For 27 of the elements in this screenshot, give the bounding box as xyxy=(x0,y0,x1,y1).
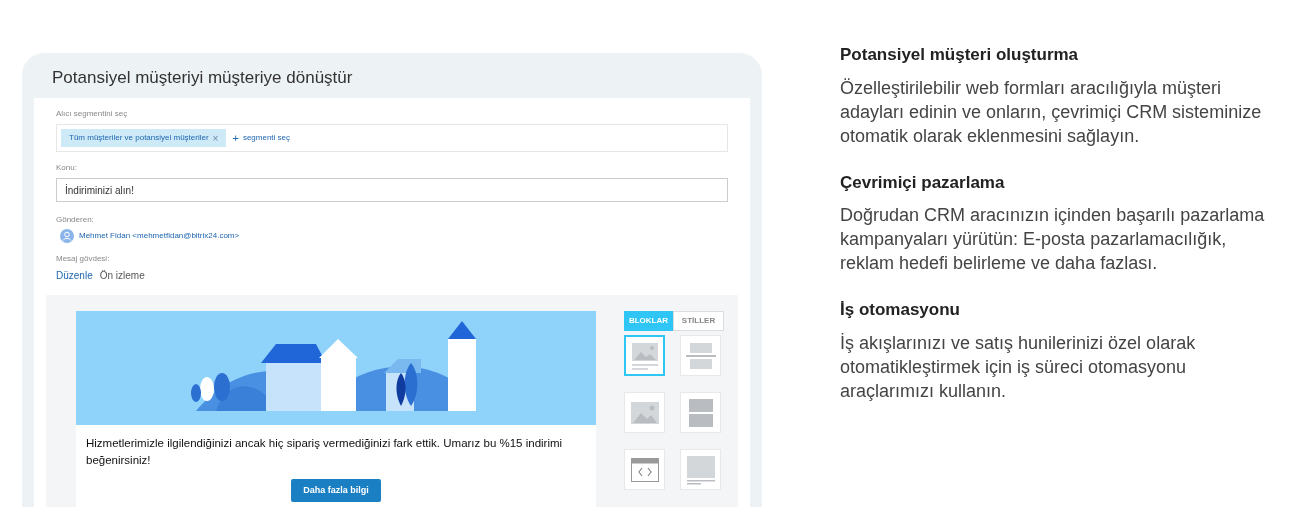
editor-tab[interactable]: Düzenle xyxy=(56,268,93,283)
more-info-button[interactable]: Daha fazla bilgi xyxy=(291,479,381,502)
field-label: Gönderen: xyxy=(56,214,95,226)
page-title: Potansiyel müşteriyi müşteriye dönüştür xyxy=(51,67,354,89)
image-block-icon xyxy=(629,340,660,371)
plus-icon: + xyxy=(232,129,239,147)
feature-text: Özelleştirilebilir web formları aracılığıyla müşteri adayları edinin ve onların, çevrimiçi CRM sisteminize otomatik olarak eklenmesini sağlayın. xyxy=(840,76,1263,148)
block-tile[interactable] xyxy=(624,335,665,376)
feature-title: İş otomasyonu xyxy=(840,299,961,321)
avatar-icon xyxy=(60,229,74,243)
divider-block-icon xyxy=(685,340,716,371)
panel-tab[interactable]: STİLLER xyxy=(673,311,724,331)
text-block-icon xyxy=(685,454,716,485)
feature-title: Potansiyel müşteri oluşturma xyxy=(840,44,1080,66)
editor-tab[interactable]: Ön izleme xyxy=(99,268,145,283)
segment-tag: Tüm müşteriler ve potansiyel müşteriler × xyxy=(61,129,227,147)
field-label: Konu: xyxy=(56,162,78,174)
feature-text: Doğrudan CRM aracınızın içinden başarılı pazarlama kampanyaları yürütün: E-posta pazarlamacılığık, reklam hedefi belirleme ve daha fazlası. xyxy=(840,204,1265,275)
subject-field[interactable]: İndiriminizi alın! xyxy=(56,178,728,202)
recipient-field[interactable]: Tüm müşteriler ve potansiyel müşteriler × + segmenti seç xyxy=(56,124,728,152)
add-segment-link[interactable]: segmenti seç xyxy=(242,132,291,144)
field-label: Alıcı segmentini seç xyxy=(56,108,129,120)
sender-name: Mehmet Fidan <mehmetfidan@bitrix24.com> xyxy=(79,230,240,242)
feature-title: Çevrimiçi pazarlama xyxy=(840,171,1006,194)
email-text: Hizmetlerimizle ilgilendiğinizi ancak hiç sipariş vermediğinizi fark ettik. Umarız bu %15 indirimi beğenirsiniz! xyxy=(85,436,564,468)
feature-text: İş akışlarınızı ve satış hunilerinizi özel olarak otomatikleştirmek için iş süreci otomasyonu araçlarımızı kullanın. xyxy=(840,331,1197,403)
field-label: Mesaj gövdesi: xyxy=(56,253,111,265)
